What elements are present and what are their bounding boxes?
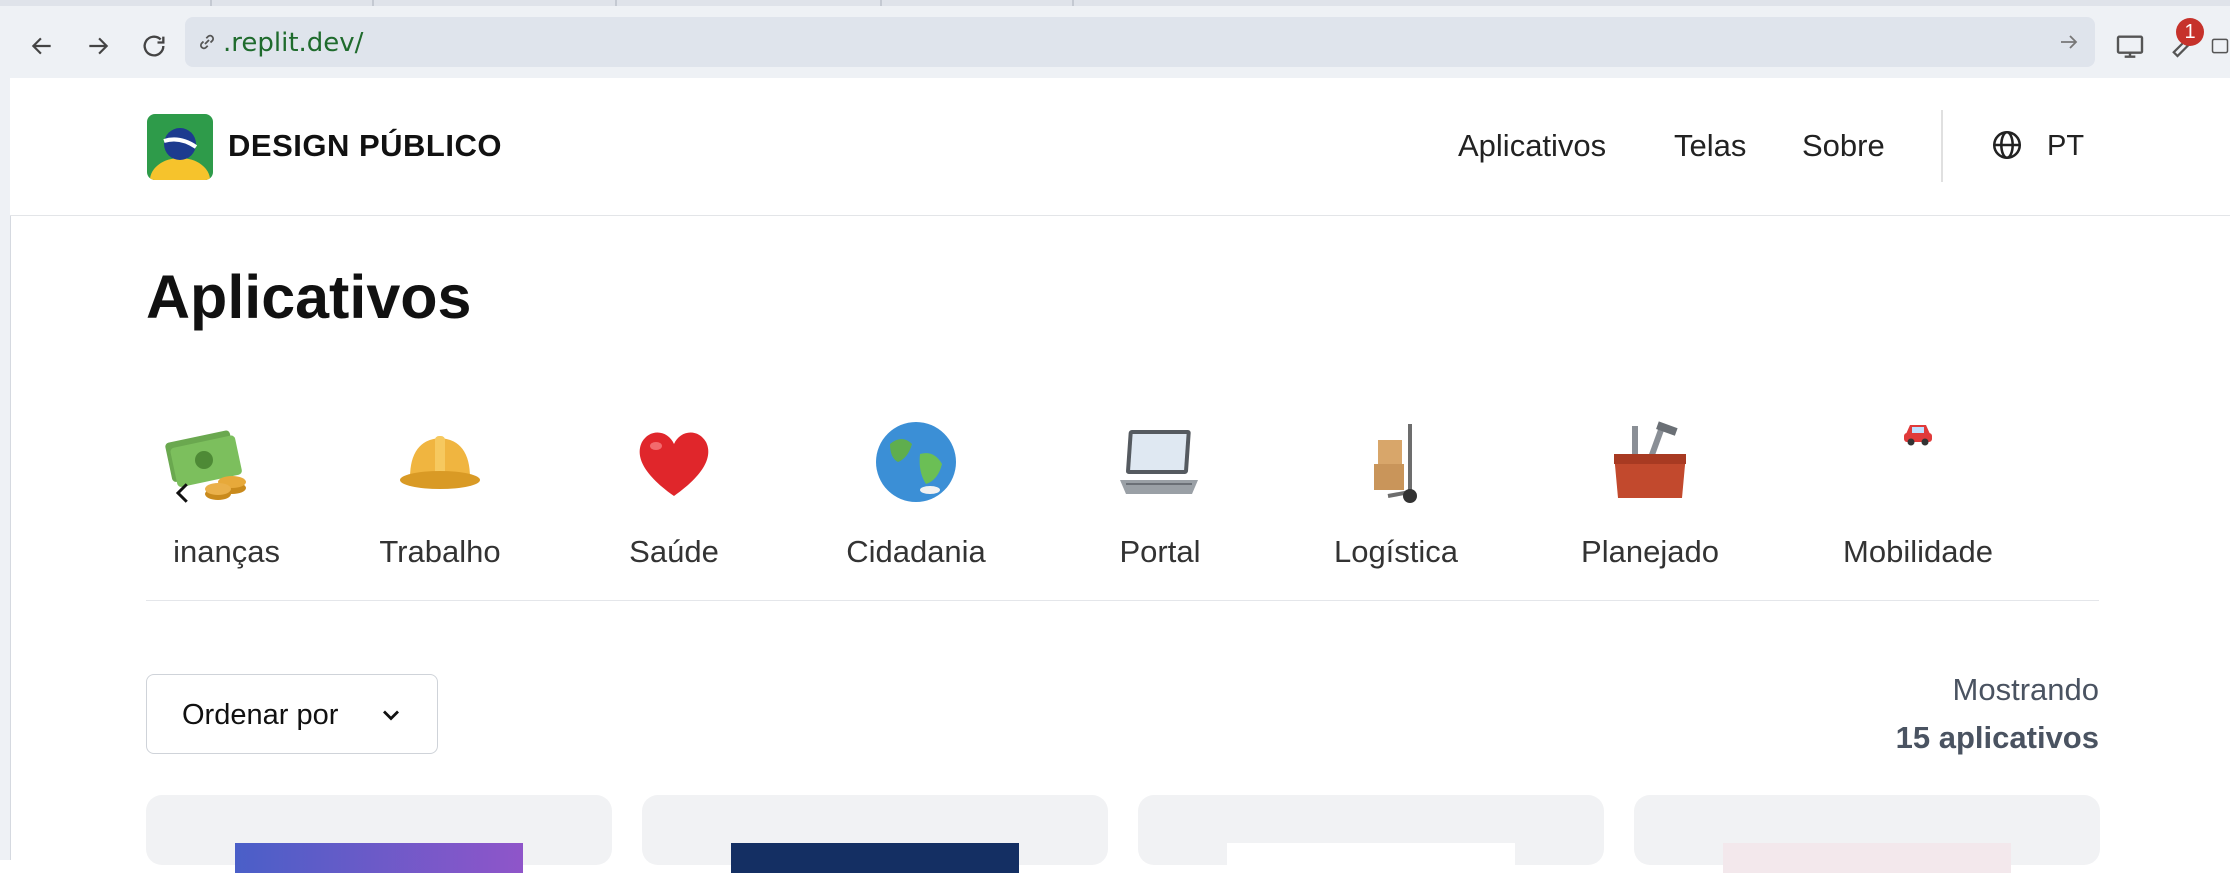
back-button[interactable] <box>20 24 64 68</box>
brazil-logo-icon[interactable] <box>147 114 213 180</box>
category-mobilidade[interactable]: Mobilidade <box>1838 400 1998 590</box>
reload-icon <box>143 35 165 57</box>
sidebar-toggle-button[interactable] <box>2210 26 2230 66</box>
nav-aplicativos[interactable]: Aplicativos <box>1458 128 1606 164</box>
url-text: .replit.dev/ <box>223 28 364 58</box>
app-card[interactable] <box>642 795 1108 873</box>
category-logistica[interactable]: Logística <box>1316 400 1476 590</box>
reload-button[interactable] <box>132 24 176 68</box>
monitor-icon <box>2116 35 2144 58</box>
forward-button[interactable] <box>76 24 120 68</box>
address-bar[interactable]: .replit.dev/ <box>185 17 2095 67</box>
sort-label: Ordenar por <box>182 699 339 731</box>
category-trabalho[interactable]: Trabalho <box>360 400 520 590</box>
category-cidadania[interactable]: Cidadania <box>836 400 996 590</box>
go-arrow-icon[interactable] <box>2057 30 2081 54</box>
page-title: Aplicativos <box>146 263 472 331</box>
nav-telas[interactable]: Telas <box>1674 128 1746 164</box>
results-count: 15 aplicativos <box>1895 720 2099 755</box>
category-portal[interactable]: Portal <box>1080 400 1240 590</box>
nav-sobre[interactable]: Sobre <box>1802 128 1885 164</box>
extension-badge: 1 <box>2176 18 2204 46</box>
header-divider <box>1941 110 1943 182</box>
globe-language-icon[interactable] <box>1990 128 2024 162</box>
carousel-prev-chevron-icon[interactable] <box>168 478 198 508</box>
category-label: Planejado <box>1581 534 1719 569</box>
arrow-left-icon <box>31 37 51 55</box>
category-label: Saúde <box>629 534 719 569</box>
app-card[interactable] <box>1138 795 1604 873</box>
browser-toolbar: .replit.dev/ 1 <box>0 6 2230 79</box>
globe-icon <box>876 422 956 502</box>
category-label: Cidadania <box>846 534 986 569</box>
car-icon <box>1904 425 1932 446</box>
category-planejado[interactable]: Planejado <box>1570 400 1730 590</box>
app-card[interactable] <box>1634 795 2100 873</box>
cast-button[interactable] <box>2110 26 2150 66</box>
panel-icon <box>2211 38 2229 54</box>
laptop-icon <box>1120 430 1198 494</box>
category-financas[interactable]: inanças <box>146 400 280 590</box>
app-card[interactable] <box>146 795 612 873</box>
category-label: Trabalho <box>379 534 501 569</box>
brand-rest: PÚBLICO <box>358 128 502 163</box>
chevron-down-icon <box>383 710 399 721</box>
results-count-prefix: Mostrando <box>1952 672 2099 707</box>
app-thumbnail <box>1227 843 1515 873</box>
brand-name[interactable]: DESIGN PÚBLICO <box>228 128 502 164</box>
category-carousel[interactable]: inanças Trabalho Saúde Cidadania Portal … <box>146 400 2099 601</box>
brand-bold: DESIGN <box>228 128 350 163</box>
link-icon <box>200 34 214 50</box>
site-header: DESIGN PÚBLICO Aplicativos Telas Sobre P… <box>10 78 2230 216</box>
category-label: Mobilidade <box>1843 534 1993 569</box>
arrow-right-icon <box>89 37 109 55</box>
hand-truck-icon <box>1374 424 1417 503</box>
hard-hat-icon <box>400 436 480 489</box>
category-label: inanças <box>173 534 280 569</box>
category-saude[interactable]: Saúde <box>594 400 754 590</box>
app-thumbnail <box>235 843 523 873</box>
category-label: Logística <box>1333 534 1459 569</box>
app-thumbnail <box>731 843 1019 873</box>
sort-dropdown[interactable]: Ordenar por <box>146 674 438 754</box>
toolbox-icon <box>1614 421 1686 498</box>
language-selector[interactable]: PT <box>2047 130 2084 163</box>
app-thumbnail <box>1723 843 2011 873</box>
heart-icon <box>639 432 709 496</box>
category-label: Portal <box>1119 534 1201 569</box>
